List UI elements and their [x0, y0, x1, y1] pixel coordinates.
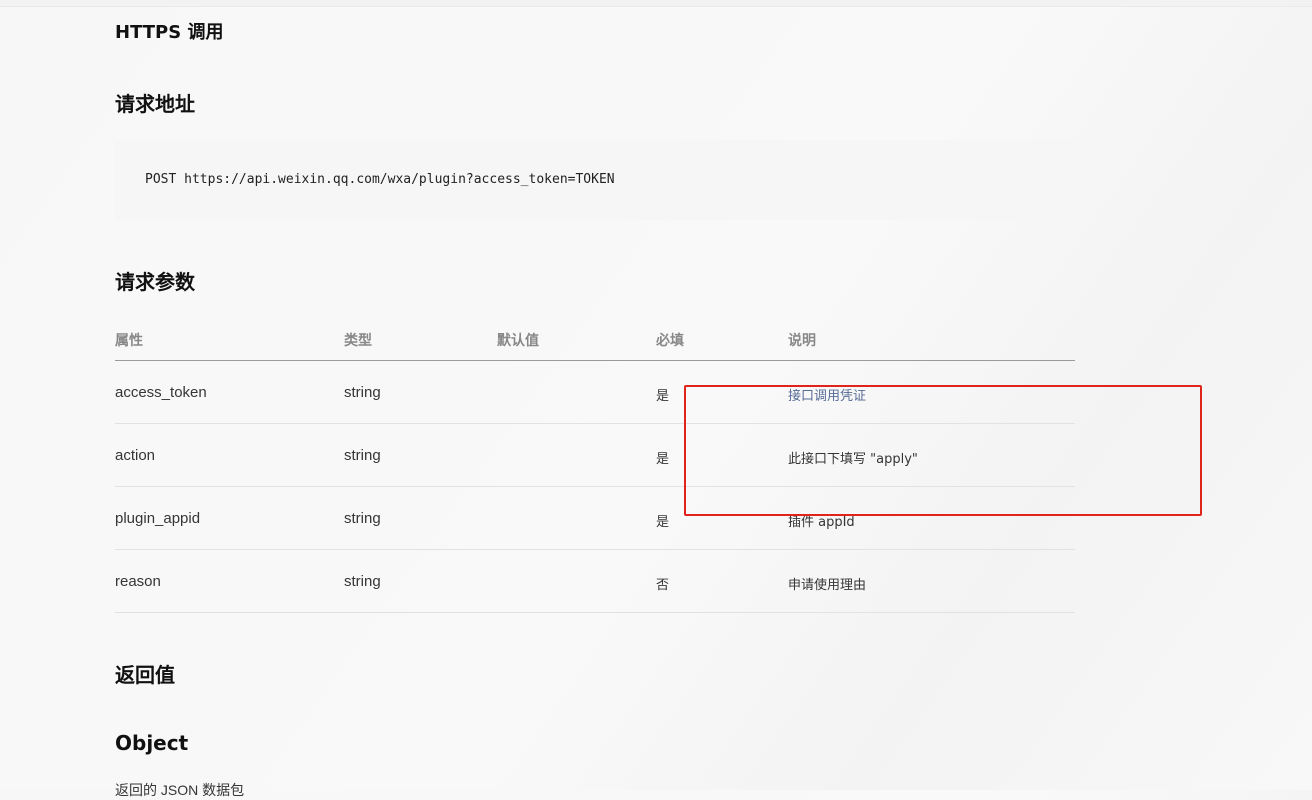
cell-type: string: [344, 384, 381, 401]
cell-type: string: [344, 573, 381, 590]
cell-type: string: [344, 510, 381, 527]
heading-object: Object: [115, 731, 189, 755]
cell-attr: access_token: [115, 384, 207, 401]
cell-attr: action: [115, 447, 156, 464]
cell-desc: 申请使用理由: [788, 578, 867, 593]
heading-https-call: HTTPS 调用: [115, 22, 224, 43]
cell-required: 是: [656, 452, 670, 467]
header-required: 必填: [656, 333, 684, 349]
return-description: 返回的 JSON 数据包: [115, 782, 245, 798]
heading-request-url: 请求地址: [115, 92, 195, 116]
request-url-code-block: POST https://api.weixin.qq.com/wxa/plugi…: [115, 140, 1075, 220]
cell-required: 否: [656, 578, 670, 593]
header-default: 默认值: [497, 333, 539, 349]
top-border: [0, 0, 1312, 7]
cell-required: 是: [656, 389, 670, 404]
cell-type: string: [344, 447, 381, 464]
heading-request-params: 请求参数: [115, 270, 195, 294]
table-header: 属性 类型 默认值 必填 说明: [115, 318, 1075, 361]
header-type: 类型: [344, 333, 372, 349]
red-highlight-annotation: [684, 385, 1202, 516]
header-attr: 属性: [115, 333, 143, 349]
cell-required: 是: [656, 515, 670, 530]
table-row: reason string 否 申请使用理由: [115, 550, 1075, 613]
header-desc: 说明: [788, 333, 816, 349]
request-line-text: POST https://api.weixin.qq.com/wxa/plugi…: [145, 172, 615, 187]
cell-attr: plugin_appid: [115, 510, 201, 527]
heading-return-value: 返回值: [115, 663, 175, 687]
cell-attr: reason: [115, 573, 161, 590]
